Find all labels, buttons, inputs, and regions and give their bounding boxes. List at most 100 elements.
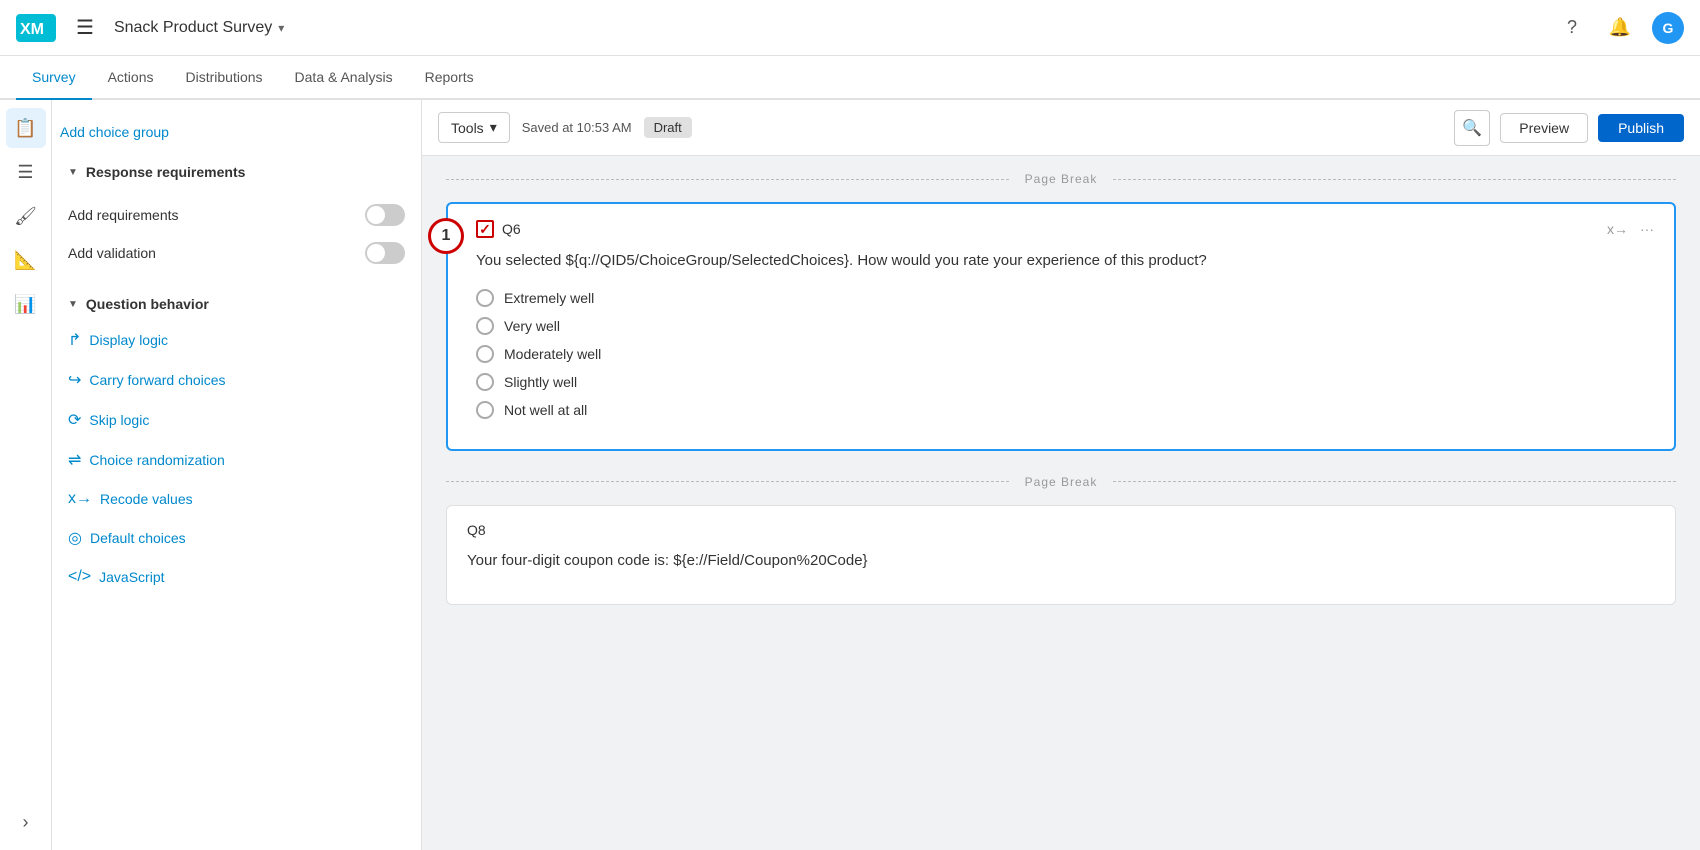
page-break-2-line-left [446,481,1009,482]
response-requirements-header[interactable]: ▼ Response requirements [52,156,421,188]
recode-values-link[interactable]: x→ Recode values [52,480,421,518]
question6-more-icon[interactable]: ··· [1640,221,1654,237]
question6-checkbox[interactable]: ✓ [476,220,494,238]
tab-reports[interactable]: Reports [409,56,490,100]
response-requirements-label: Response requirements [86,164,246,180]
radio-slightly-well[interactable] [476,373,494,391]
notifications-icon[interactable]: 🔔 [1604,12,1636,44]
question8-id: Q8 [467,522,486,538]
tools-button[interactable]: Tools ▾ [438,112,510,143]
page-break-2: Page Break [422,459,1700,505]
question6-card[interactable]: ✓ Q6 x→ ··· You selected ${q://QID5/Choi… [446,202,1676,451]
carry-forward-icon: ↪ [68,370,81,390]
page-break-2-line-right [1113,481,1676,482]
display-logic-icon: ↱ [68,330,81,350]
iconbar-survey[interactable]: 📋 [6,108,46,148]
skip-logic-icon: ⟳ [68,410,81,430]
survey-title-caret: ▾ [278,21,284,35]
question6-container: 1 ✓ Q6 x→ ··· [446,202,1676,451]
page-break-line-right [1113,179,1676,180]
hamburger-icon[interactable]: ☰ [72,11,98,44]
recode-values-icon: x→ [68,490,92,508]
skip-logic-link[interactable]: ⟳ Skip logic [52,400,421,440]
choice-randomization-label: Choice randomization [89,452,224,468]
page-break-line-left [446,179,1009,180]
page-break-1: Page Break [422,156,1700,202]
choice-label-slightly-well: Slightly well [504,374,577,390]
display-logic-link[interactable]: ↱ Display logic [52,320,421,360]
help-icon[interactable]: ? [1556,12,1588,44]
choice-label-not-well-at-all: Not well at all [504,402,587,418]
saved-status: Saved at 10:53 AM [522,120,632,135]
right-section: Tools ▾ Saved at 10:53 AM Draft 🔍 Previe… [422,100,1700,850]
icon-bar: 📋 ☰ 🖌 📐 📊 › [0,100,52,850]
question6-recode-icon[interactable]: x→ [1607,221,1628,237]
tab-data-analysis[interactable]: Data & Analysis [279,56,409,100]
iconbar-layout[interactable]: ☰ [6,152,46,192]
choice-very-well: Very well [476,317,1654,335]
question-number-badge: 1 [428,218,464,254]
tools-caret-icon: ▾ [490,119,497,136]
iconbar-chart[interactable]: 📊 [6,284,46,324]
choice-not-well-at-all: Not well at all [476,401,1654,419]
search-button[interactable]: 🔍 [1454,110,1490,146]
question6-label: ✓ Q6 [476,220,521,238]
preview-button[interactable]: Preview [1500,113,1588,143]
iconbar-brush[interactable]: 🖌 [6,196,46,236]
question-behavior-header[interactable]: ▼ Question behavior [52,288,421,320]
publish-button[interactable]: Publish [1598,114,1684,142]
add-requirements-row: Add requirements [68,196,405,234]
tab-survey[interactable]: Survey [16,56,92,100]
question6-id: Q6 [502,221,521,237]
question-behavior-label: Question behavior [86,296,209,312]
choice-extremely-well: Extremely well [476,289,1654,307]
add-validation-row: Add validation [68,234,405,272]
xm-logo[interactable]: XM [16,14,56,42]
checkbox-check-icon: ✓ [479,221,491,238]
question8-inner: Q8 Your four-digit coupon code is: ${e:/… [447,506,1675,605]
add-requirements-label: Add requirements [68,207,179,223]
choice-randomization-link[interactable]: ⇌ Choice randomization [52,440,421,480]
choice-slightly-well: Slightly well [476,373,1654,391]
default-choices-link[interactable]: ◎ Default choices [52,518,421,558]
carry-forward-label: Carry forward choices [89,372,225,388]
response-requirements-content: Add requirements Add validation [52,188,421,288]
survey-title[interactable]: Snack Product Survey ▾ [114,19,284,37]
content-inner: Page Break 1 ✓ [422,156,1700,605]
question8-label: Q8 [467,522,486,538]
radio-very-well[interactable] [476,317,494,335]
question6-actions: x→ ··· [1607,221,1654,237]
radio-extremely-well[interactable] [476,289,494,307]
avatar[interactable]: G [1652,12,1684,44]
question6-header: ✓ Q6 x→ ··· [476,220,1654,238]
toolbar: Tools ▾ Saved at 10:53 AM Draft 🔍 Previe… [422,100,1700,156]
question8-header: Q8 [467,522,1655,538]
question6-text: You selected ${q://QID5/ChoiceGroup/Sele… [476,250,1654,273]
question8-card[interactable]: Q8 Your four-digit coupon code is: ${e:/… [446,505,1676,606]
tab-distributions[interactable]: Distributions [170,56,279,100]
toolbar-right: 🔍 Preview Publish [1454,110,1684,146]
iconbar-expand[interactable]: › [6,802,46,842]
triangle-icon-2: ▼ [68,299,78,310]
radio-moderately-well[interactable] [476,345,494,363]
main-layout: 📋 ☰ 🖌 📐 📊 › Add choice group ▼ Response … [0,100,1700,850]
display-logic-label: Display logic [89,332,168,348]
carry-forward-link[interactable]: ↪ Carry forward choices [52,360,421,400]
choice-moderately-well: Moderately well [476,345,1654,363]
javascript-link[interactable]: </> JavaScript [52,558,421,596]
left-panel: Add choice group ▼ Response requirements… [52,100,422,850]
add-choice-group-link[interactable]: Add choice group [52,116,421,156]
choice-label-extremely-well: Extremely well [504,290,594,306]
add-validation-toggle[interactable] [365,242,405,264]
iconbar-tools[interactable]: 📐 [6,240,46,280]
radio-not-well-at-all[interactable] [476,401,494,419]
choice-label-very-well: Very well [504,318,560,334]
tab-actions[interactable]: Actions [92,56,170,100]
skip-logic-label: Skip logic [89,412,149,428]
default-choices-icon: ◎ [68,528,82,548]
topbar: XM ☰ Snack Product Survey ▾ ? 🔔 G [0,0,1700,56]
choice-label-moderately-well: Moderately well [504,346,601,362]
add-requirements-toggle[interactable] [365,204,405,226]
topbar-right: ? 🔔 G [1556,12,1684,44]
default-choices-label: Default choices [90,530,186,546]
